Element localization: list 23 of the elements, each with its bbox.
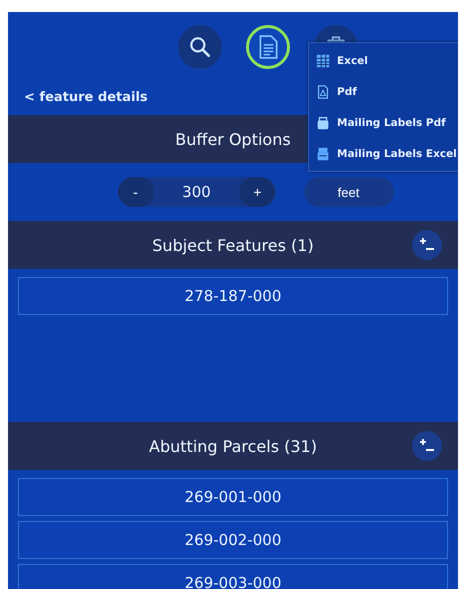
bag-icon [315, 114, 331, 130]
parcel-row[interactable]: 278-187-000 [18, 277, 448, 315]
menu-item[interactable]: Excel [309, 45, 458, 76]
spreadsheet-icon [315, 52, 331, 68]
parcel-row[interactable]: 269-002-000 [18, 521, 448, 559]
section-title: Subject Features (1) [152, 236, 314, 254]
section-title: Buffer Options [175, 130, 291, 148]
menu-item[interactable]: Mailing Labels Pdf [309, 107, 458, 138]
search-button[interactable] [178, 25, 222, 69]
parcel-row[interactable]: 269-003-000 [18, 564, 448, 589]
unit-selector[interactable]: feet [304, 177, 394, 207]
document-icon [315, 84, 331, 100]
parcel-row[interactable]: 269-001-000 [18, 478, 448, 516]
expand-collapse-button[interactable] [412, 431, 442, 461]
document-button[interactable] [246, 25, 290, 69]
distance-value: 300 [182, 183, 211, 201]
menu-item[interactable]: Mailing Labels Excel [309, 138, 458, 169]
increment-button[interactable]: + [239, 177, 276, 207]
back-link[interactable]: < feature details [24, 90, 148, 104]
decrement-button[interactable]: - [118, 177, 154, 207]
section-title: Abutting Parcels (31) [149, 436, 317, 456]
expand-collapse-button[interactable] [412, 230, 442, 260]
menu-item[interactable]: Pdf [309, 76, 458, 107]
